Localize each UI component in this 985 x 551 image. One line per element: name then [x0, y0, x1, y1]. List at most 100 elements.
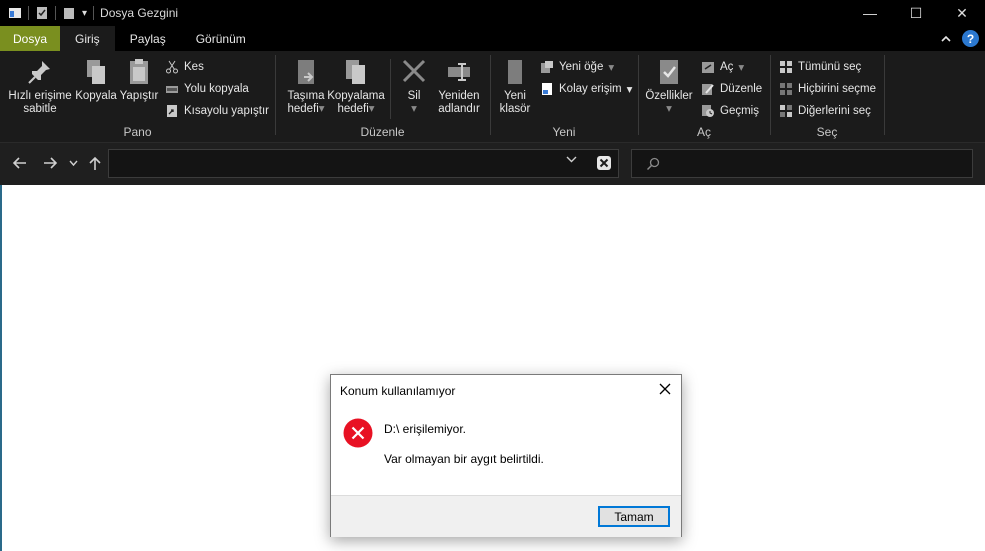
- select-none-label: Hiçbirini seçme: [798, 83, 876, 95]
- select-none-button[interactable]: Hiçbirini seçme: [779, 82, 876, 96]
- new-item-button[interactable]: Yeni öğe ▾: [540, 60, 614, 74]
- up-arrow-icon[interactable]: [88, 156, 102, 171]
- copy-to-label-line2: hedefi▾: [337, 103, 375, 115]
- help-icon[interactable]: ?: [962, 30, 979, 47]
- copy-label: Kopyala: [75, 90, 117, 102]
- refresh-disabled-icon[interactable]: [596, 155, 612, 171]
- dialog-message: D:\ erişilemiyor.: [384, 422, 467, 436]
- copy-path-label: Yolu kopyala: [184, 83, 249, 95]
- select-all-label: Tümünü seç: [798, 61, 862, 73]
- dialog-title: Konum kullanılamıyor: [340, 384, 456, 398]
- forward-arrow-icon[interactable]: [42, 156, 58, 170]
- select-all-icon: [780, 61, 792, 73]
- copy-path-icon: [166, 86, 178, 93]
- toolbar-divider: [93, 6, 95, 20]
- recent-locations-chevron-icon[interactable]: [69, 159, 78, 167]
- rename-label-line1: Yeniden: [438, 90, 480, 102]
- customize-toolbar-chevron-icon[interactable]: ▾: [82, 8, 87, 19]
- toolbar-divider: [28, 6, 29, 20]
- rename-label-line2: adlandır: [438, 103, 480, 115]
- dropdown-chevron-icon: ▾: [368, 103, 375, 115]
- properties-check-icon[interactable]: [35, 6, 49, 20]
- explorer-window-icon: [9, 8, 21, 18]
- delete-button[interactable]: Sil ▾: [396, 57, 432, 116]
- history-button[interactable]: Geçmiş: [701, 104, 759, 118]
- quick-access-toolbar: ▾: [0, 0, 95, 26]
- rename-button[interactable]: Yeniden adlandır: [434, 57, 484, 116]
- paste-shortcut-icon: [167, 105, 177, 117]
- close-button[interactable]: ✕: [939, 0, 985, 26]
- search-box[interactable]: [631, 149, 973, 178]
- maximize-button[interactable]: ☐: [893, 0, 939, 26]
- paste-shortcut-button[interactable]: Kısayolu yapıştır: [165, 104, 269, 118]
- dropdown-chevron-icon: ▾: [318, 103, 325, 115]
- select-all-button[interactable]: Tümünü seç: [779, 60, 861, 74]
- ok-button[interactable]: Tamam: [598, 506, 670, 527]
- address-bar[interactable]: [108, 149, 619, 178]
- copy-to-button[interactable]: Kopyalama hedefi▾: [327, 57, 385, 116]
- open-label: Aç: [720, 61, 734, 73]
- window-controls: — ☐ ✕: [847, 0, 985, 26]
- back-arrow-icon[interactable]: [12, 156, 28, 170]
- cut-button[interactable]: Kes: [165, 60, 204, 74]
- move-to-icon: [298, 60, 314, 84]
- ribbon-tabs: Dosya Giriş Paylaş Görünüm ?: [0, 26, 985, 51]
- open-icon: [702, 62, 714, 73]
- copy-button[interactable]: Kopyala: [75, 57, 117, 103]
- group-label-organize: Düzenle: [360, 125, 405, 139]
- group-label-select: Seç: [816, 125, 838, 139]
- address-dropdown-chevron-icon[interactable]: [566, 155, 577, 163]
- collapse-ribbon-chevron-icon[interactable]: [940, 33, 952, 45]
- dropdown-chevron-icon: ▾: [608, 62, 615, 74]
- error-dialog: Konum kullanılamıyor D:\ erişilemiyor. V…: [330, 374, 682, 537]
- group-clipboard: Hızlı erişime sabitle Kopyala Yapıştır K…: [0, 51, 275, 143]
- properties-button[interactable]: Özellikler ▾: [643, 57, 695, 116]
- new-folder-icon: [508, 60, 522, 84]
- properties-label: Özellikler: [645, 90, 693, 102]
- tab-home[interactable]: Giriş: [60, 26, 115, 51]
- dialog-footer: Tamam: [331, 495, 681, 537]
- dropdown-chevron-icon: ▾: [411, 103, 417, 115]
- ribbon-panel: Hızlı erişime sabitle Kopyala Yapıştır K…: [0, 51, 985, 143]
- scissors-icon: [166, 60, 178, 74]
- move-to-button[interactable]: Taşıma hedefi▾: [282, 57, 330, 116]
- paste-icon: [130, 59, 148, 84]
- new-folder-icon[interactable]: [62, 6, 76, 20]
- history-label: Geçmiş: [720, 105, 759, 117]
- invert-selection-button[interactable]: Diğerlerini seç: [779, 104, 871, 118]
- search-icon: [646, 157, 660, 171]
- new-folder-label-line1: Yeni: [504, 90, 526, 102]
- tab-share[interactable]: Paylaş: [115, 26, 181, 51]
- edit-icon: [702, 84, 714, 95]
- minimize-button[interactable]: —: [847, 0, 893, 26]
- tab-view[interactable]: Görünüm: [181, 26, 261, 51]
- error-icon: [343, 418, 373, 448]
- select-none-icon: [780, 83, 792, 95]
- pin-label-line2: sabitle: [23, 103, 57, 115]
- invert-selection-icon: [780, 105, 792, 117]
- copy-path-button[interactable]: Yolu kopyala: [165, 82, 249, 96]
- edit-label: Düzenle: [720, 83, 763, 95]
- pin-quick-access-button[interactable]: Hızlı erişime sabitle: [8, 57, 72, 116]
- easy-access-button[interactable]: Kolay erişim ▾: [540, 82, 632, 96]
- dialog-detail: Var olmayan bir aygıt belirtildi.: [384, 452, 544, 466]
- properties-check-icon: [660, 60, 678, 84]
- rename-icon: [448, 63, 470, 81]
- new-folder-button[interactable]: Yeni klasör: [497, 57, 533, 116]
- pin-label-line1: Hızlı erişime: [8, 90, 72, 102]
- cut-label: Kes: [184, 61, 204, 73]
- dialog-close-icon[interactable]: [657, 381, 673, 397]
- dropdown-chevron-icon: ▾: [626, 84, 633, 96]
- tab-file[interactable]: Dosya: [0, 26, 61, 51]
- easy-access-icon: [542, 83, 552, 95]
- group-select: Tümünü seç Hiçbirini seçme Diğerlerini s…: [771, 51, 883, 143]
- pin-icon: [28, 61, 50, 84]
- dropdown-chevron-icon: ▾: [666, 103, 672, 115]
- copy-icon: [87, 60, 105, 84]
- open-button[interactable]: Aç ▾: [701, 60, 744, 74]
- copy-to-icon: [346, 60, 365, 84]
- edit-button[interactable]: Düzenle: [701, 82, 762, 96]
- paste-button[interactable]: Yapıştır: [119, 57, 159, 103]
- group-new: Yeni klasör Yeni öğe ▾ Kolay erişim ▾ Ye…: [491, 51, 637, 143]
- group-label-open: Aç: [696, 125, 711, 139]
